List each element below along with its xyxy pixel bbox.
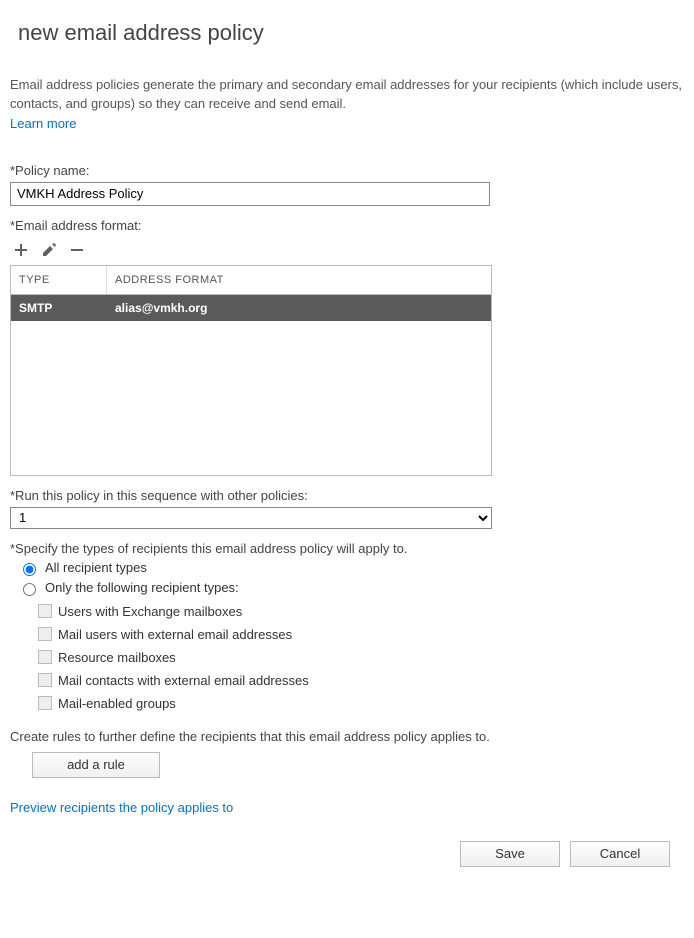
radio-all-label: All recipient types [45, 560, 147, 575]
email-format-label: *Email address format: [10, 218, 684, 233]
check-label: Users with Exchange mailboxes [58, 604, 242, 619]
cell-type: SMTP [11, 295, 107, 321]
add-rule-button[interactable]: add a rule [32, 752, 160, 778]
policy-name-label: *Policy name: [10, 163, 684, 178]
learn-more-link[interactable]: Learn more [10, 116, 76, 131]
check-row: Resource mailboxes [38, 650, 684, 665]
table-body[interactable]: SMTP alias@vmkh.org [11, 295, 491, 475]
sequence-select[interactable]: 1 [10, 507, 492, 529]
col-format: ADDRESS FORMAT [107, 266, 491, 294]
checkbox-mail-contacts-ext [38, 673, 52, 687]
save-button[interactable]: Save [460, 841, 560, 867]
check-label: Resource mailboxes [58, 650, 176, 665]
check-label: Mail-enabled groups [58, 696, 176, 711]
checkbox-mail-enabled-groups [38, 696, 52, 710]
radio-all[interactable] [23, 563, 36, 576]
rules-description: Create rules to further define the recip… [10, 729, 684, 744]
check-label: Mail users with external email addresses [58, 627, 292, 642]
checkbox-mail-users-ext [38, 627, 52, 641]
remove-icon[interactable] [68, 241, 86, 259]
checkbox-users-exchange [38, 604, 52, 618]
description-text: Email address policies generate the prim… [10, 76, 684, 114]
radio-only-row[interactable]: Only the following recipient types: [18, 580, 684, 596]
page-title: new email address policy [18, 20, 684, 46]
recipient-type-checklist: Users with Exchange mailboxes Mail users… [38, 604, 684, 711]
policy-name-input[interactable] [10, 182, 490, 206]
radio-only[interactable] [23, 583, 36, 596]
footer-buttons: Save Cancel [10, 841, 670, 867]
preview-recipients-link[interactable]: Preview recipients the policy applies to [10, 800, 233, 815]
check-row: Mail users with external email addresses [38, 627, 684, 642]
check-row: Users with Exchange mailboxes [38, 604, 684, 619]
cell-format: alias@vmkh.org [107, 295, 491, 321]
edit-icon[interactable] [40, 241, 58, 259]
check-row: Mail contacts with external email addres… [38, 673, 684, 688]
format-toolbar [12, 241, 684, 259]
sequence-label: *Run this policy in this sequence with o… [10, 488, 684, 503]
scope-label: *Specify the types of recipients this em… [10, 541, 684, 556]
add-icon[interactable] [12, 241, 30, 259]
radio-all-row[interactable]: All recipient types [18, 560, 684, 576]
cancel-button[interactable]: Cancel [570, 841, 670, 867]
check-row: Mail-enabled groups [38, 696, 684, 711]
col-type: TYPE [11, 266, 107, 294]
radio-only-label: Only the following recipient types: [45, 580, 239, 595]
check-label: Mail contacts with external email addres… [58, 673, 309, 688]
format-table: TYPE ADDRESS FORMAT SMTP alias@vmkh.org [10, 265, 492, 476]
checkbox-resource-mbx [38, 650, 52, 664]
table-header: TYPE ADDRESS FORMAT [11, 266, 491, 295]
table-row[interactable]: SMTP alias@vmkh.org [11, 295, 491, 321]
